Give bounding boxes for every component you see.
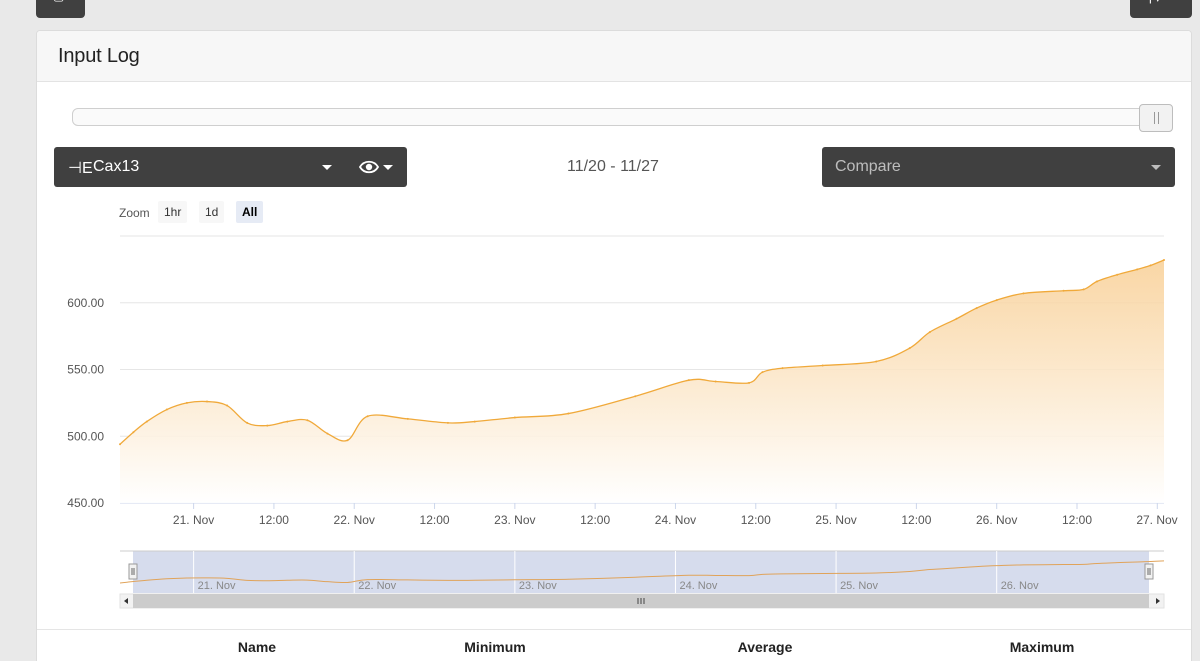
data-point xyxy=(1149,264,1152,267)
data-point xyxy=(995,299,998,302)
data-point xyxy=(246,421,249,424)
data-point xyxy=(687,379,690,382)
data-point xyxy=(1096,280,1099,283)
data-point xyxy=(366,415,369,418)
data-point xyxy=(748,381,751,384)
camera-icon: ▢ xyxy=(53,0,64,2)
data-point xyxy=(286,420,289,423)
data-point xyxy=(145,420,148,423)
data-point xyxy=(226,404,229,407)
data-point xyxy=(406,417,409,420)
input-log-chart[interactable]: 450.00 500.00 550.00 600.00 21. Nov 12:00 22. … xyxy=(37,31,1192,631)
column-header-average: Average xyxy=(737,639,793,655)
navigator-label: 24. Nov xyxy=(679,580,717,592)
y-tick-label: 450.00 xyxy=(67,496,104,510)
data-point xyxy=(567,412,570,415)
navigator-label: 23. Nov xyxy=(519,580,557,592)
x-tick-label: 21. Nov xyxy=(173,513,214,527)
settings-icon: ⚲▾ xyxy=(1146,0,1161,4)
data-point xyxy=(1136,268,1139,271)
data-point xyxy=(975,307,978,310)
x-tick-label: 12:00 xyxy=(580,513,610,527)
data-point xyxy=(714,380,717,383)
y-tick-label: 550.00 xyxy=(67,363,104,377)
data-point xyxy=(185,401,188,404)
data-point xyxy=(266,424,269,427)
data-point xyxy=(306,419,309,422)
settings-button[interactable]: ⚲▾ xyxy=(1130,0,1192,18)
y-tick-label: 500.00 xyxy=(67,429,104,443)
data-point xyxy=(132,431,135,434)
x-tick-label: 26. Nov xyxy=(976,513,1017,527)
data-point xyxy=(781,367,784,370)
data-point xyxy=(761,371,764,374)
column-header-name: Name xyxy=(237,639,277,655)
data-point xyxy=(513,416,516,419)
data-point xyxy=(206,400,208,403)
data-point xyxy=(1116,273,1119,276)
x-tick-label: 12:00 xyxy=(259,513,289,527)
navigator-handle xyxy=(1144,563,1154,580)
data-point xyxy=(1082,288,1085,291)
x-tick-label: 22. Nov xyxy=(334,513,375,527)
data-point xyxy=(875,360,878,363)
data-point xyxy=(955,317,958,320)
data-point xyxy=(119,443,121,446)
navigator-handle xyxy=(128,563,138,580)
data-point xyxy=(908,347,911,350)
column-header-maximum: Maximum xyxy=(1009,639,1075,655)
data-point xyxy=(346,439,349,442)
x-tick-label: 25. Nov xyxy=(815,513,856,527)
data-point xyxy=(928,331,931,334)
data-point xyxy=(1062,289,1065,292)
x-tick-label: 23. Nov xyxy=(494,513,535,527)
data-point xyxy=(446,421,449,424)
input-log-panel: Input Log ⊣E Cax13 11/20 - 11/27 Compare… xyxy=(36,30,1192,661)
data-point xyxy=(1163,259,1165,262)
data-point xyxy=(1022,292,1025,295)
snapshot-button[interactable]: ▢ xyxy=(36,0,85,18)
x-tick-label: 27. Nov xyxy=(1136,513,1177,527)
data-point xyxy=(165,408,168,411)
x-tick-label: 12:00 xyxy=(741,513,771,527)
navigator-label: 26. Nov xyxy=(1001,580,1039,592)
data-point xyxy=(473,420,476,423)
data-point xyxy=(821,364,824,367)
navigator-label: 21. Nov xyxy=(198,580,236,592)
navigator-label: 22. Nov xyxy=(358,580,396,592)
stats-table-header: Name Minimum Average Maximum xyxy=(37,629,1191,661)
x-tick-label: 12:00 xyxy=(420,513,450,527)
x-tick-label: 24. Nov xyxy=(655,513,696,527)
column-header-minimum: Minimum xyxy=(464,639,526,655)
x-tick-label: 12:00 xyxy=(901,513,931,527)
y-tick-label: 600.00 xyxy=(67,296,104,310)
data-point xyxy=(634,395,637,398)
navigator-label: 25. Nov xyxy=(840,580,878,592)
x-tick-label: 12:00 xyxy=(1062,513,1092,527)
data-point xyxy=(326,432,329,435)
